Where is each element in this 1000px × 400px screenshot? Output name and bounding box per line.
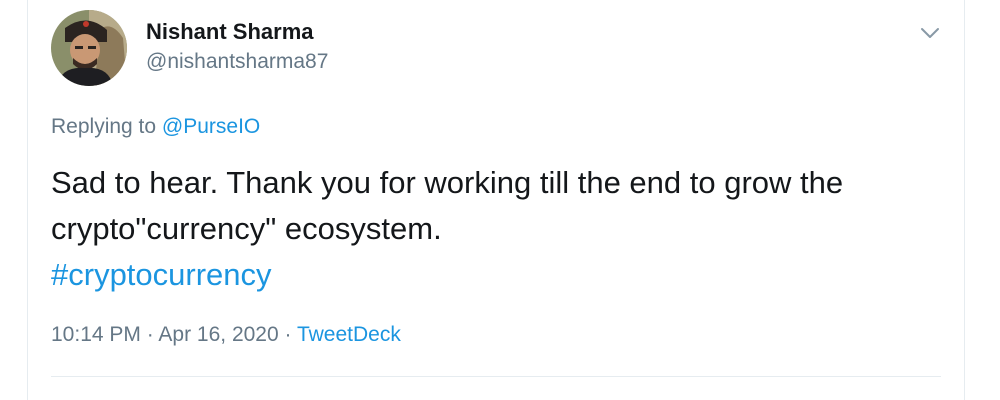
tweet-time[interactable]: 10:14 PM xyxy=(51,323,141,346)
tweet-text: Sad to hear. Thank you for working till … xyxy=(51,160,951,298)
tweet-text-line: crypto"currency" ecosystem. xyxy=(51,211,442,246)
hashtag-link[interactable]: #cryptocurrency xyxy=(51,252,951,298)
source-link[interactable]: TweetDeck xyxy=(297,323,401,346)
divider xyxy=(51,376,941,377)
separator: · xyxy=(278,323,297,346)
author-name[interactable]: Nishant Sharma xyxy=(146,19,314,45)
replying-to-label: Replying to xyxy=(51,115,162,138)
reply-mention-link[interactable]: @PurseIO xyxy=(162,115,260,138)
tweet-metadata: 10:14 PM · Apr 16, 2020 · TweetDeck xyxy=(51,323,401,347)
tweet-text-line: Sad to hear. Thank you for working till … xyxy=(51,165,844,200)
replying-to: Replying to @PurseIO xyxy=(51,115,260,139)
chevron-down-icon[interactable] xyxy=(917,20,943,46)
avatar-photo xyxy=(51,10,127,86)
avatar[interactable] xyxy=(51,10,127,86)
tweet-date[interactable]: Apr 16, 2020 xyxy=(158,323,278,346)
tweet-card: Nishant Sharma @nishantsharma87 Replying… xyxy=(27,0,965,400)
separator: · xyxy=(140,323,159,346)
author-handle[interactable]: @nishantsharma87 xyxy=(146,50,328,74)
